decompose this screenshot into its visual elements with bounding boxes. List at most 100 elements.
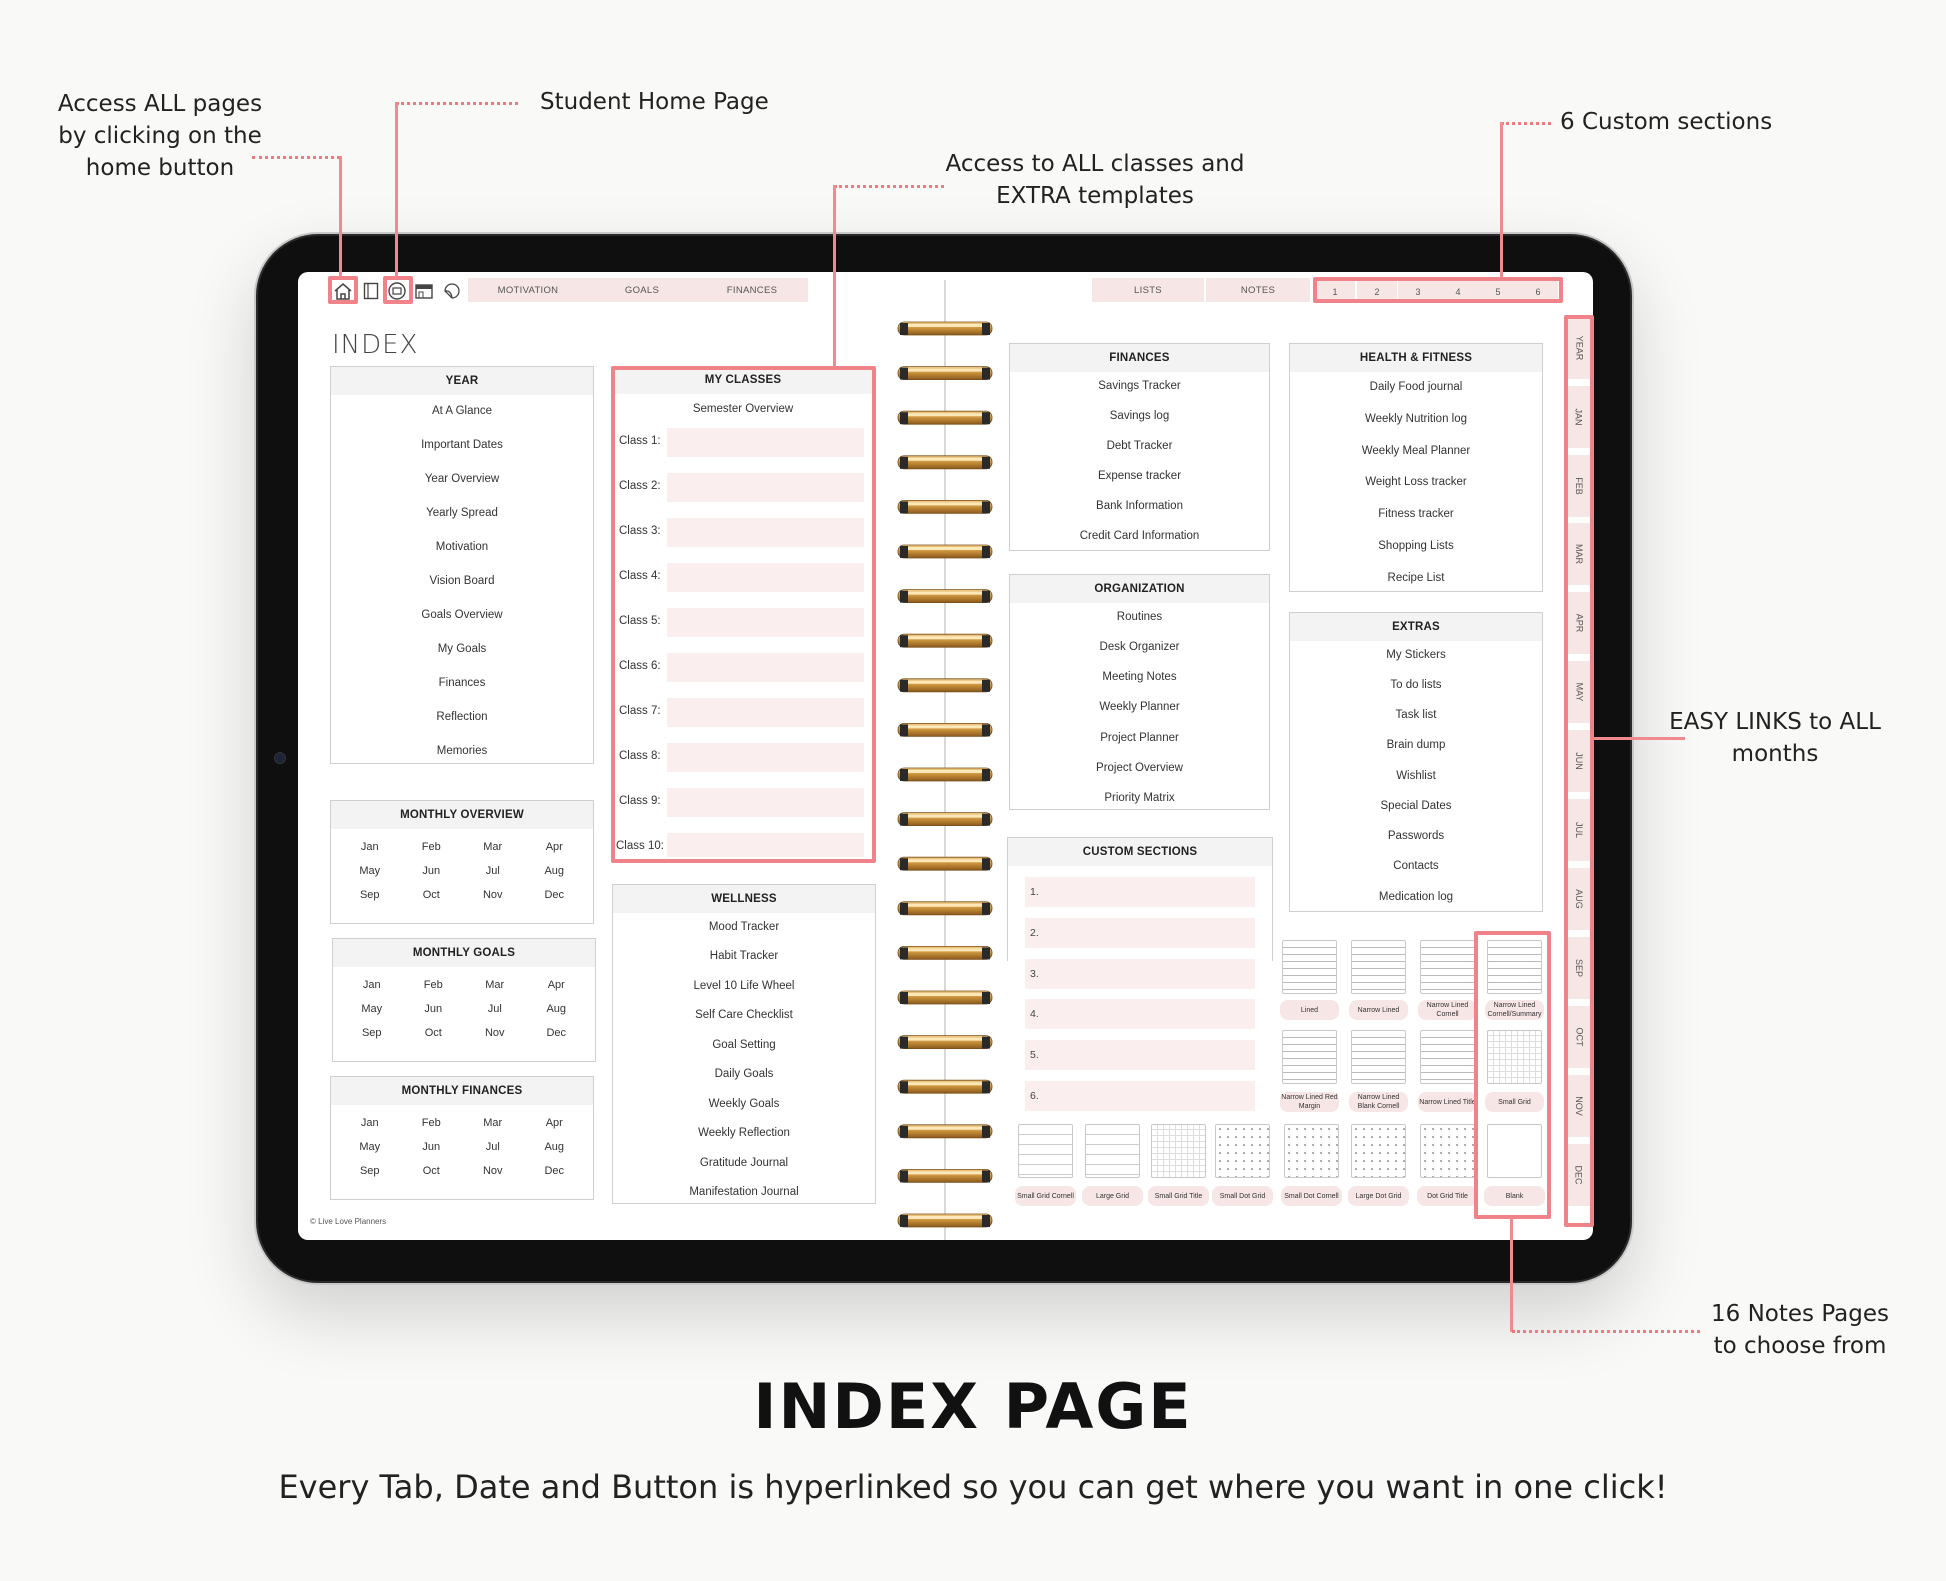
- health-link-fitness-tracker[interactable]: Fitness tracker: [1290, 508, 1542, 520]
- wellness-link-gratitude[interactable]: Gratitude Journal: [613, 1157, 875, 1169]
- tab-motivation[interactable]: MOTIVATION: [468, 278, 588, 302]
- tab-finances[interactable]: FINANCES: [696, 278, 808, 302]
- mf-apr[interactable]: Apr: [524, 1117, 586, 1129]
- extras-link-medication-log[interactable]: Medication log: [1290, 891, 1542, 903]
- wellness-link-weekly-goals[interactable]: Weekly Goals: [613, 1098, 875, 1110]
- mo-jun[interactable]: Jun: [401, 865, 463, 877]
- mg-jun[interactable]: Jun: [403, 1003, 465, 1015]
- notes-template-thumbnail[interactable]: [1351, 1030, 1406, 1084]
- year-link-at-a-glance[interactable]: At A Glance: [331, 405, 593, 417]
- year-link-motivation[interactable]: Motivation: [331, 541, 593, 553]
- notes-template-thumbnail[interactable]: [1420, 1030, 1475, 1084]
- extras-link-my-stickers[interactable]: My Stickers: [1290, 649, 1542, 661]
- notes-template-thumbnail[interactable]: [1351, 1124, 1406, 1178]
- mo-feb[interactable]: Feb: [401, 841, 463, 853]
- mo-aug[interactable]: Aug: [524, 865, 586, 877]
- year-link-finances[interactable]: Finances: [331, 677, 593, 689]
- mo-jan[interactable]: Jan: [339, 841, 401, 853]
- org-link-desk-organizer[interactable]: Desk Organizer: [1010, 641, 1269, 653]
- mf-may[interactable]: May: [339, 1141, 401, 1153]
- mo-mar[interactable]: Mar: [462, 841, 524, 853]
- mf-aug[interactable]: Aug: [524, 1141, 586, 1153]
- tab-lists[interactable]: LISTS: [1092, 278, 1204, 302]
- mo-jul[interactable]: Jul: [462, 865, 524, 877]
- finances-link-savings-tracker[interactable]: Savings Tracker: [1010, 380, 1269, 392]
- custom-section-row-5[interactable]: 5.: [1025, 1040, 1255, 1070]
- mg-oct[interactable]: Oct: [403, 1027, 465, 1039]
- wellness-link-weekly-reflection[interactable]: Weekly Reflection: [613, 1127, 875, 1139]
- health-link-food-journal[interactable]: Daily Food journal: [1290, 381, 1542, 393]
- mo-may[interactable]: May: [339, 865, 401, 877]
- extras-link-brain-dump[interactable]: Brain dump: [1290, 739, 1542, 751]
- custom-section-row-3[interactable]: 3.: [1025, 959, 1255, 989]
- custom-section-row-1[interactable]: 1.: [1025, 877, 1255, 907]
- notes-template-thumbnail[interactable]: [1282, 1030, 1337, 1084]
- wellness-link-mood-tracker[interactable]: Mood Tracker: [613, 921, 875, 933]
- mo-apr[interactable]: Apr: [524, 841, 586, 853]
- mg-jan[interactable]: Jan: [341, 979, 403, 991]
- sticker-icon[interactable]: [440, 276, 464, 306]
- mf-jun[interactable]: Jun: [401, 1141, 463, 1153]
- health-link-recipe-list[interactable]: Recipe List: [1290, 572, 1542, 584]
- notes-template-label[interactable]: Small Dot Cornell: [1281, 1186, 1342, 1206]
- year-link-goals-overview[interactable]: Goals Overview: [331, 609, 593, 621]
- wellness-link-habit-tracker[interactable]: Habit Tracker: [613, 950, 875, 962]
- mg-mar[interactable]: Mar: [464, 979, 526, 991]
- mg-dec[interactable]: Dec: [526, 1027, 588, 1039]
- year-link-yearly-spread[interactable]: Yearly Spread: [331, 507, 593, 519]
- year-link-vision-board[interactable]: Vision Board: [331, 575, 593, 587]
- mg-apr[interactable]: Apr: [526, 979, 588, 991]
- mg-feb[interactable]: Feb: [403, 979, 465, 991]
- extras-link-special-dates[interactable]: Special Dates: [1290, 800, 1542, 812]
- custom-section-row-4[interactable]: 4.: [1025, 999, 1255, 1029]
- org-link-project-overview[interactable]: Project Overview: [1010, 762, 1269, 774]
- org-link-priority-matrix[interactable]: Priority Matrix: [1010, 792, 1269, 804]
- notebook-icon[interactable]: [360, 276, 382, 306]
- notes-template-label[interactable]: Small Grid Title: [1148, 1186, 1209, 1206]
- health-link-weight-loss[interactable]: Weight Loss tracker: [1290, 476, 1542, 488]
- mg-nov[interactable]: Nov: [464, 1027, 526, 1039]
- notes-template-label[interactable]: Large Grid: [1082, 1186, 1143, 1206]
- mo-sep[interactable]: Sep: [339, 889, 401, 901]
- org-link-routines[interactable]: Routines: [1010, 611, 1269, 623]
- notes-template-label[interactable]: Lined: [1280, 1000, 1339, 1020]
- finances-link-debt-tracker[interactable]: Debt Tracker: [1010, 440, 1269, 452]
- notes-template-thumbnail[interactable]: [1420, 940, 1475, 994]
- notes-template-thumbnail[interactable]: [1351, 940, 1406, 994]
- mo-oct[interactable]: Oct: [401, 889, 463, 901]
- health-link-nutrition-log[interactable]: Weekly Nutrition log: [1290, 413, 1542, 425]
- year-link-year-overview[interactable]: Year Overview: [331, 473, 593, 485]
- org-link-weekly-planner[interactable]: Weekly Planner: [1010, 701, 1269, 713]
- wellness-link-life-wheel[interactable]: Level 10 Life Wheel: [613, 980, 875, 992]
- tab-goals[interactable]: GOALS: [582, 278, 702, 302]
- finances-link-savings-log[interactable]: Savings log: [1010, 410, 1269, 422]
- org-link-meeting-notes[interactable]: Meeting Notes: [1010, 671, 1269, 683]
- notes-template-label[interactable]: Small Dot Grid: [1212, 1186, 1273, 1206]
- notes-template-label[interactable]: Small Grid Cornell: [1015, 1186, 1076, 1206]
- custom-section-row-2[interactable]: 2.: [1025, 918, 1255, 948]
- wellness-link-manifestation[interactable]: Manifestation Journal: [613, 1186, 875, 1198]
- mo-nov[interactable]: Nov: [462, 889, 524, 901]
- extras-link-task-list[interactable]: Task list: [1290, 709, 1542, 721]
- store-icon[interactable]: [412, 276, 436, 306]
- mf-feb[interactable]: Feb: [401, 1117, 463, 1129]
- year-link-reflection[interactable]: Reflection: [331, 711, 593, 723]
- notes-template-label[interactable]: Narrow Lined Title: [1418, 1092, 1477, 1112]
- mg-jul[interactable]: Jul: [464, 1003, 526, 1015]
- extras-link-passwords[interactable]: Passwords: [1290, 830, 1542, 842]
- year-link-my-goals[interactable]: My Goals: [331, 643, 593, 655]
- mf-mar[interactable]: Mar: [462, 1117, 524, 1129]
- mf-jan[interactable]: Jan: [339, 1117, 401, 1129]
- notes-template-label[interactable]: Large Dot Grid: [1348, 1186, 1409, 1206]
- mf-sep[interactable]: Sep: [339, 1165, 401, 1177]
- notes-template-thumbnail[interactable]: [1085, 1124, 1140, 1178]
- notes-template-label[interactable]: Narrow Lined Red Margin: [1280, 1092, 1339, 1112]
- notes-template-label[interactable]: Narrow Lined: [1349, 1000, 1408, 1020]
- mf-nov[interactable]: Nov: [462, 1165, 524, 1177]
- mo-dec[interactable]: Dec: [524, 889, 586, 901]
- notes-template-thumbnail[interactable]: [1018, 1124, 1073, 1178]
- year-link-memories[interactable]: Memories: [331, 745, 593, 757]
- mg-may[interactable]: May: [341, 1003, 403, 1015]
- extras-link-contacts[interactable]: Contacts: [1290, 860, 1542, 872]
- notes-template-label[interactable]: Dot Grid Title: [1417, 1186, 1478, 1206]
